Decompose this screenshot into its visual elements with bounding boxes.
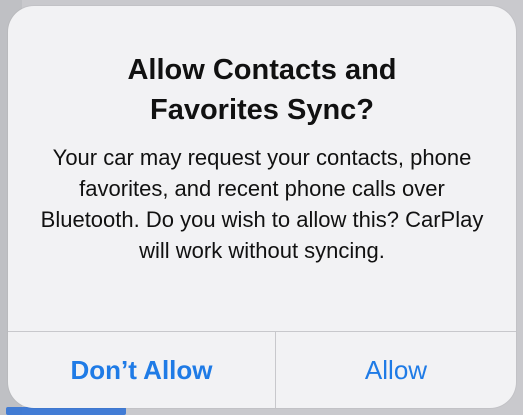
alert-dialog: Allow Contacts and Favorites Sync? Your … (8, 6, 516, 408)
dont-allow-button[interactable]: Don’t Allow (8, 332, 275, 408)
alert-body: Allow Contacts and Favorites Sync? Your … (8, 6, 516, 331)
alert-title: Allow Contacts and Favorites Sync? (127, 54, 397, 126)
alert-message: Your car may request your contacts, phon… (40, 145, 484, 263)
allow-button[interactable]: Allow (276, 332, 516, 408)
background-link (6, 407, 126, 415)
